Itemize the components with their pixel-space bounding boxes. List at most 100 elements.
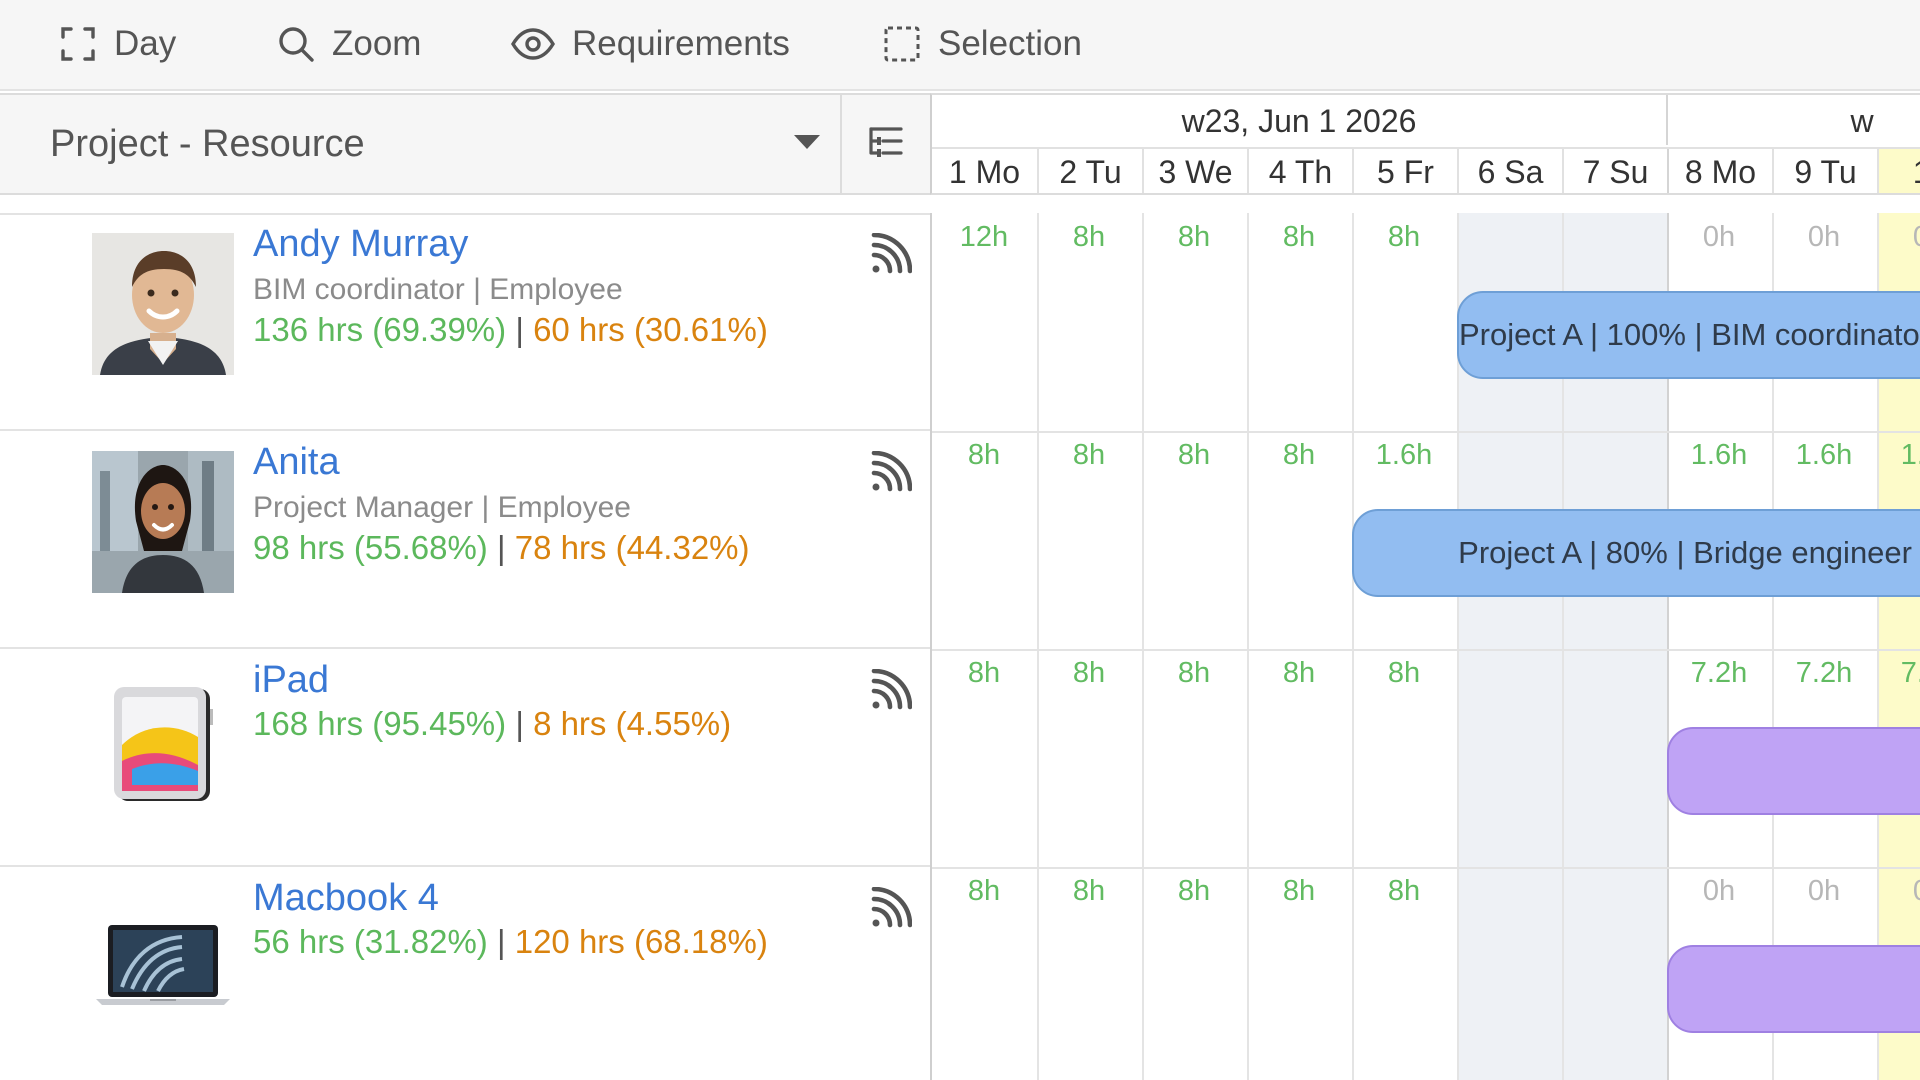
grouping-dropdown[interactable]: Project - Resource <box>0 93 842 195</box>
hours-separator: | <box>496 529 506 566</box>
free-hours: 56 hrs (31.82%) <box>253 923 488 960</box>
resource-role: BIM coordinator | Employee <box>253 273 623 306</box>
requirements-button[interactable]: Requirements <box>510 0 790 88</box>
eye-icon <box>510 24 556 64</box>
day-button[interactable]: Day <box>58 0 176 88</box>
rss-feed-icon[interactable] <box>868 886 913 931</box>
capacity-value: 8h <box>1177 875 1211 907</box>
resource-row: Macbook 4 56 hrs (31.82%) | 120 hrs (68.… <box>0 867 930 1080</box>
resource-row: Andy Murray BIM coordinator | Employee 1… <box>0 213 930 431</box>
capacity-value: 8h <box>1282 221 1316 253</box>
hours-separator: | <box>496 923 506 960</box>
grid-row-line <box>932 649 1920 651</box>
grouping-title: Project - Resource <box>50 123 365 165</box>
rss-feed-icon[interactable] <box>868 450 913 495</box>
avatar <box>92 451 234 593</box>
capacity-value: 8h <box>967 875 1001 907</box>
capacity-value: 8h <box>1072 439 1106 471</box>
free-hours: 136 hrs (69.39%) <box>253 311 507 348</box>
zoom-label: Zoom <box>332 24 422 63</box>
grid-row-line <box>932 431 1920 433</box>
dashed-square-icon <box>882 24 922 64</box>
rss-feed-icon[interactable] <box>868 232 913 277</box>
day-header-1: 1 Mo <box>948 154 1021 190</box>
capacity-value: 8h <box>1282 657 1316 689</box>
tablet-device-image <box>92 669 234 811</box>
resource-hours: 98 hrs (55.68%) | 78 hrs (44.32%) <box>253 529 750 567</box>
day-header-8: 8 Mo <box>1667 149 1772 193</box>
capacity-value: 1.6h <box>1795 439 1853 471</box>
day-header-5: 5 Fr <box>1352 149 1457 193</box>
resource-name-link[interactable]: Anita <box>253 441 340 484</box>
grid-column-line <box>1247 213 1249 1080</box>
grid-row-line <box>932 867 1920 869</box>
capacity-value: 7.2h <box>1900 657 1920 689</box>
zoom-button[interactable]: Zoom <box>276 0 421 88</box>
day-header-10: 10 <box>1877 149 1920 193</box>
hours-separator: | <box>515 311 524 348</box>
resource-rows: Andy Murray BIM coordinator | Employee 1… <box>0 213 1920 1080</box>
grid-column-line <box>1037 213 1039 1080</box>
free-hours: 98 hrs (55.68%) <box>253 529 488 566</box>
capacity-value: 12h <box>959 221 1009 253</box>
capacity-value: 8h <box>1387 221 1421 253</box>
timeline-header: w23, Jun 1 2026 w 1 Mo 2 Tu 3 We 4 Th 5 Fr 6 … <box>930 93 1920 195</box>
search-icon <box>276 24 316 64</box>
capacity-value: 0h <box>1807 875 1841 907</box>
week-divider <box>1666 95 1668 145</box>
resource-hours: 56 hrs (31.82%) | 120 hrs (68.18%) <box>253 923 768 961</box>
capacity-value: 0h <box>1807 221 1841 253</box>
day-header-3: 3 We <box>1142 149 1247 193</box>
booking-bar[interactable] <box>1667 727 1920 815</box>
day-header-2: 2 Tu <box>1037 149 1142 193</box>
chevron-down-icon <box>794 135 820 149</box>
capacity-value: 8h <box>1177 439 1211 471</box>
week-label: w23, Jun 1 2026 <box>1181 103 1417 139</box>
resource-hours: 136 hrs (69.39%) | 60 hrs (30.61%) <box>253 311 768 349</box>
booked-hours: 8 hrs (4.55%) <box>533 705 732 742</box>
capacity-value: 8h <box>1177 657 1211 689</box>
rss-feed-icon[interactable] <box>868 668 913 713</box>
booking-bar[interactable]: Project A | 100% | BIM coordinator <box>1457 291 1920 379</box>
fullscreen-corners-icon <box>58 24 98 64</box>
tree-list-icon <box>867 125 905 164</box>
timeline-grid: 12h 8h 8h 8h 8h 0h 0h 0h Project A | 100% | BIM … <box>930 213 1920 1080</box>
selection-label: Selection <box>938 24 1082 63</box>
tree-view-button[interactable] <box>842 93 930 195</box>
capacity-value: 8h <box>1177 221 1211 253</box>
booked-hours: 120 hrs (68.18%) <box>514 923 768 960</box>
resource-row: iPad 168 hrs (95.45%) | 8 hrs (4.55%) <box>0 649 930 867</box>
resource-name-link[interactable]: Macbook 4 <box>253 877 439 920</box>
free-hours: 168 hrs (95.45%) <box>253 705 507 742</box>
capacity-value: 7.2h <box>1795 657 1853 689</box>
day-header-9: 9 Tu <box>1772 149 1877 193</box>
capacity-value: 0h <box>1702 875 1736 907</box>
requirements-label: Requirements <box>572 24 790 63</box>
resource-hours: 168 hrs (95.45%) | 8 hrs (4.55%) <box>253 705 731 743</box>
laptop-device-image <box>92 887 234 1029</box>
capacity-value: 8h <box>967 657 1001 689</box>
resource-name-link[interactable]: iPad <box>253 659 329 702</box>
day-header-6: 6 Sa <box>1457 149 1562 193</box>
booking-bar[interactable]: Project A | 80% | Bridge engineer <box>1352 509 1920 597</box>
day-label: Day <box>114 24 177 63</box>
capacity-value: 8h <box>1387 657 1421 689</box>
resource-name-link[interactable]: Andy Murray <box>253 223 468 266</box>
booked-hours: 60 hrs (30.61%) <box>533 311 768 348</box>
grid-column-line <box>1142 213 1144 1080</box>
capacity-value: 1.6h <box>1690 439 1748 471</box>
day-header-4: 4 Th <box>1247 149 1352 193</box>
booking-bar[interactable] <box>1667 945 1920 1033</box>
hours-separator: | <box>515 705 524 742</box>
toolbar: Day Zoom Requirements Selection <box>0 0 1920 91</box>
avatar <box>92 233 234 375</box>
capacity-value: 8h <box>1282 439 1316 471</box>
grid-column-line <box>1352 213 1354 1080</box>
selection-button[interactable]: Selection <box>882 0 1082 88</box>
capacity-value: 7.2h <box>1690 657 1748 689</box>
capacity-value: 1.6h <box>1375 439 1433 471</box>
booked-hours: 78 hrs (44.32%) <box>514 529 750 566</box>
capacity-value: 8h <box>1387 875 1421 907</box>
day-header-7: 7 Su <box>1562 149 1667 193</box>
capacity-value: 0h <box>1702 221 1736 253</box>
